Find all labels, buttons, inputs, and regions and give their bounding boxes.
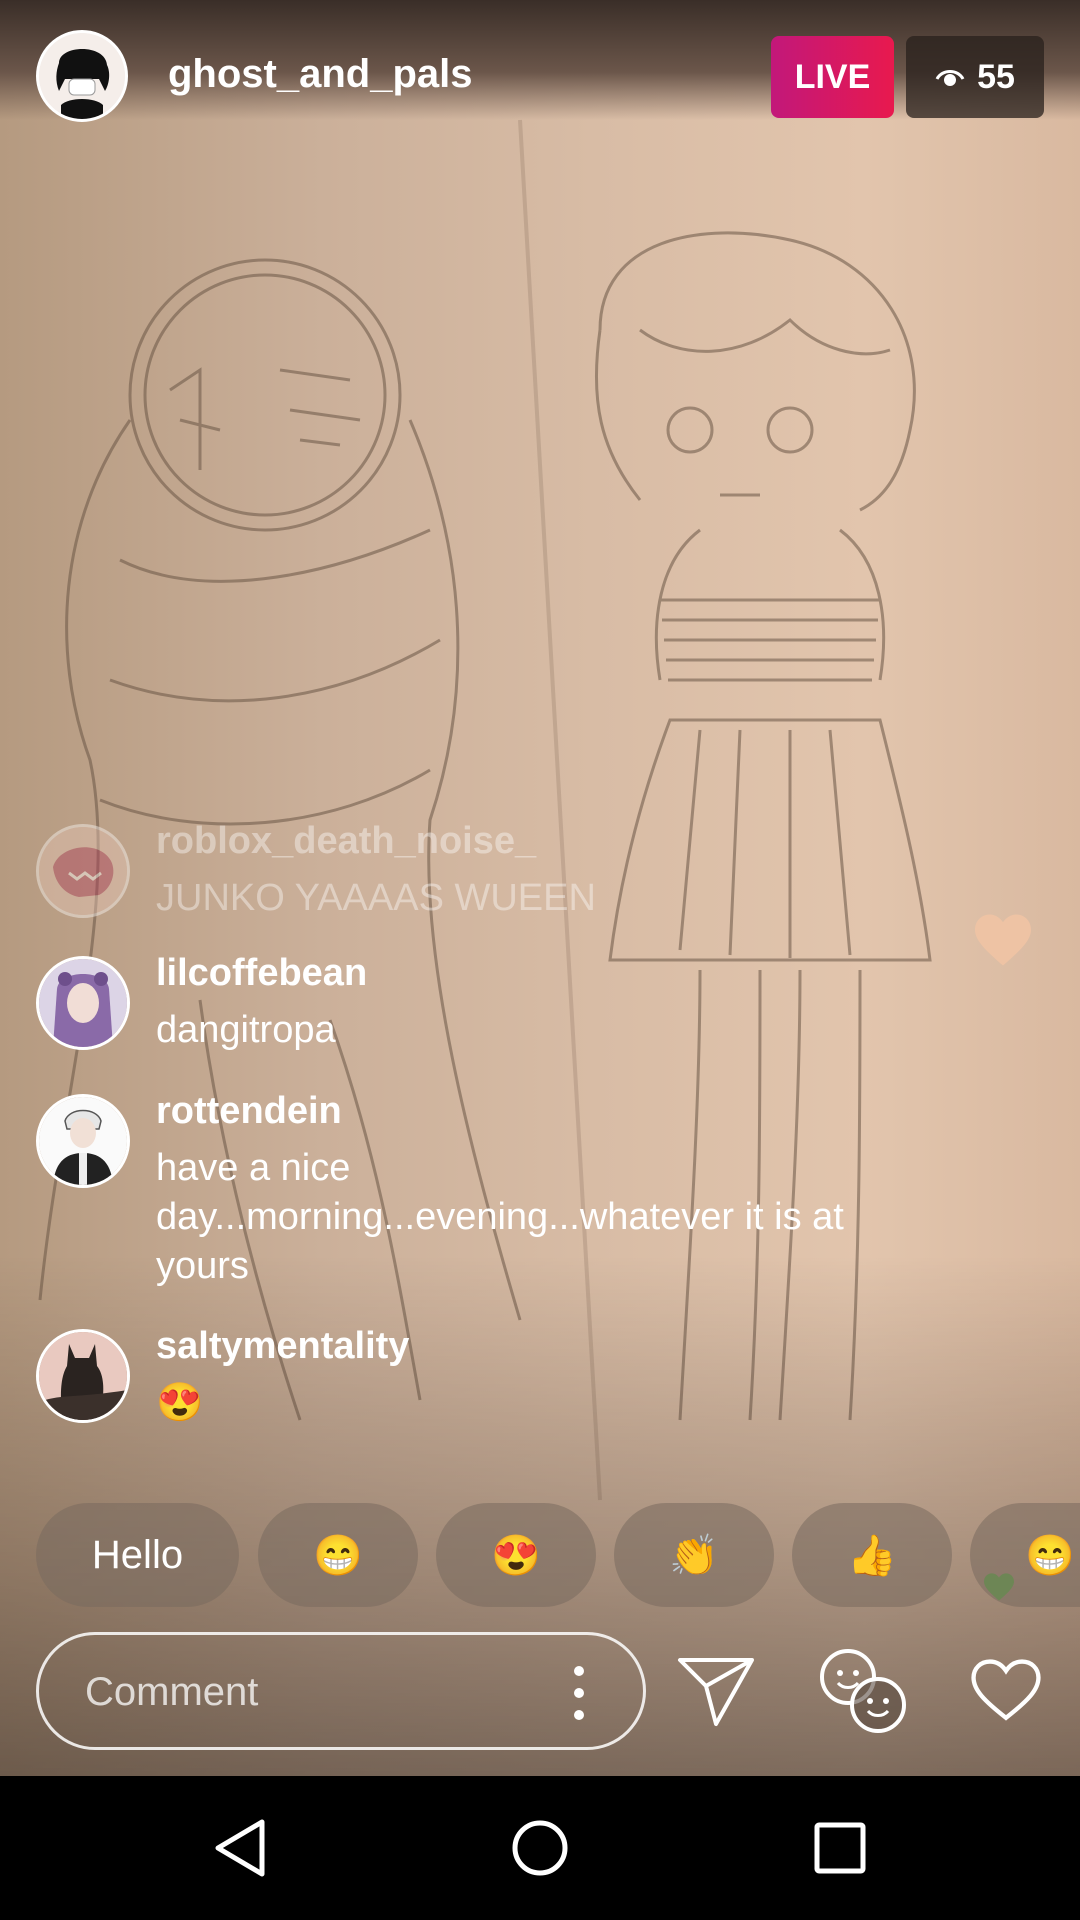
avatar-illustration (39, 1332, 127, 1420)
comment-username[interactable]: lilcoffebean (156, 952, 367, 995)
nav-recents-button[interactable] (760, 1776, 920, 1920)
live-badge: LIVE (771, 36, 894, 118)
comment-text: JUNKO YAAAAS WUEEN (156, 877, 596, 919)
avatar-illustration (39, 827, 127, 915)
comment-text: dangitropa (156, 1009, 336, 1051)
quick-reply-emoji[interactable]: 😁 (970, 1503, 1080, 1607)
streamer-username[interactable]: ghost_and_pals (168, 52, 473, 97)
commenter-avatar[interactable] (36, 824, 130, 918)
comment-username[interactable]: saltymentality (156, 1325, 409, 1368)
commenter-avatar[interactable] (36, 1329, 130, 1423)
avatar-illustration (39, 959, 127, 1047)
quick-reply-emoji[interactable]: 👏 (614, 1503, 774, 1607)
quick-reply-emoji[interactable]: 👍 (792, 1503, 952, 1607)
quick-reply-hello[interactable]: Hello (36, 1503, 239, 1607)
heart-icon[interactable] (968, 1656, 1044, 1724)
quick-reply-emoji[interactable]: 😍 (436, 1503, 596, 1607)
recents-square-icon (814, 1822, 866, 1874)
avatar-illustration (39, 33, 125, 119)
comment-username[interactable]: roblox_death_noise_ (156, 820, 536, 863)
comment-field (36, 1632, 646, 1750)
back-triangle-icon (215, 1819, 265, 1877)
quick-reply-emoji[interactable]: 😁 (258, 1503, 418, 1607)
comment-text: have a nice day...morning...evening...wh… (156, 1147, 844, 1287)
commenter-avatar[interactable] (36, 956, 130, 1050)
live-stream-screen: ghost_and_pals LIVE 55 roblox_death_nois… (0, 0, 1080, 1920)
commenter-avatar[interactable] (36, 1094, 130, 1188)
comment-text: 😍 (156, 1382, 204, 1424)
viewer-count: 55 (977, 57, 1015, 96)
more-vertical-icon[interactable] (567, 1663, 591, 1723)
floating-heart-icon (975, 914, 1031, 966)
system-navigation-bar (0, 1776, 1080, 1920)
eye-icon (935, 70, 965, 86)
streamer-avatar[interactable] (36, 30, 128, 122)
nav-back-button[interactable] (160, 1776, 320, 1920)
viewer-count-badge[interactable]: 55 (906, 36, 1044, 118)
faces-icon[interactable] (816, 1645, 908, 1737)
paper-plane-icon[interactable] (676, 1652, 756, 1728)
quick-replies: Hello 😁 😍 👏 👍 😁 (36, 1503, 1080, 1607)
comment-username[interactable]: rottendein (156, 1090, 342, 1133)
avatar-illustration (39, 1097, 127, 1185)
comment-input[interactable] (83, 1635, 547, 1749)
nav-home-button[interactable] (460, 1776, 620, 1920)
home-circle-icon (512, 1820, 568, 1876)
